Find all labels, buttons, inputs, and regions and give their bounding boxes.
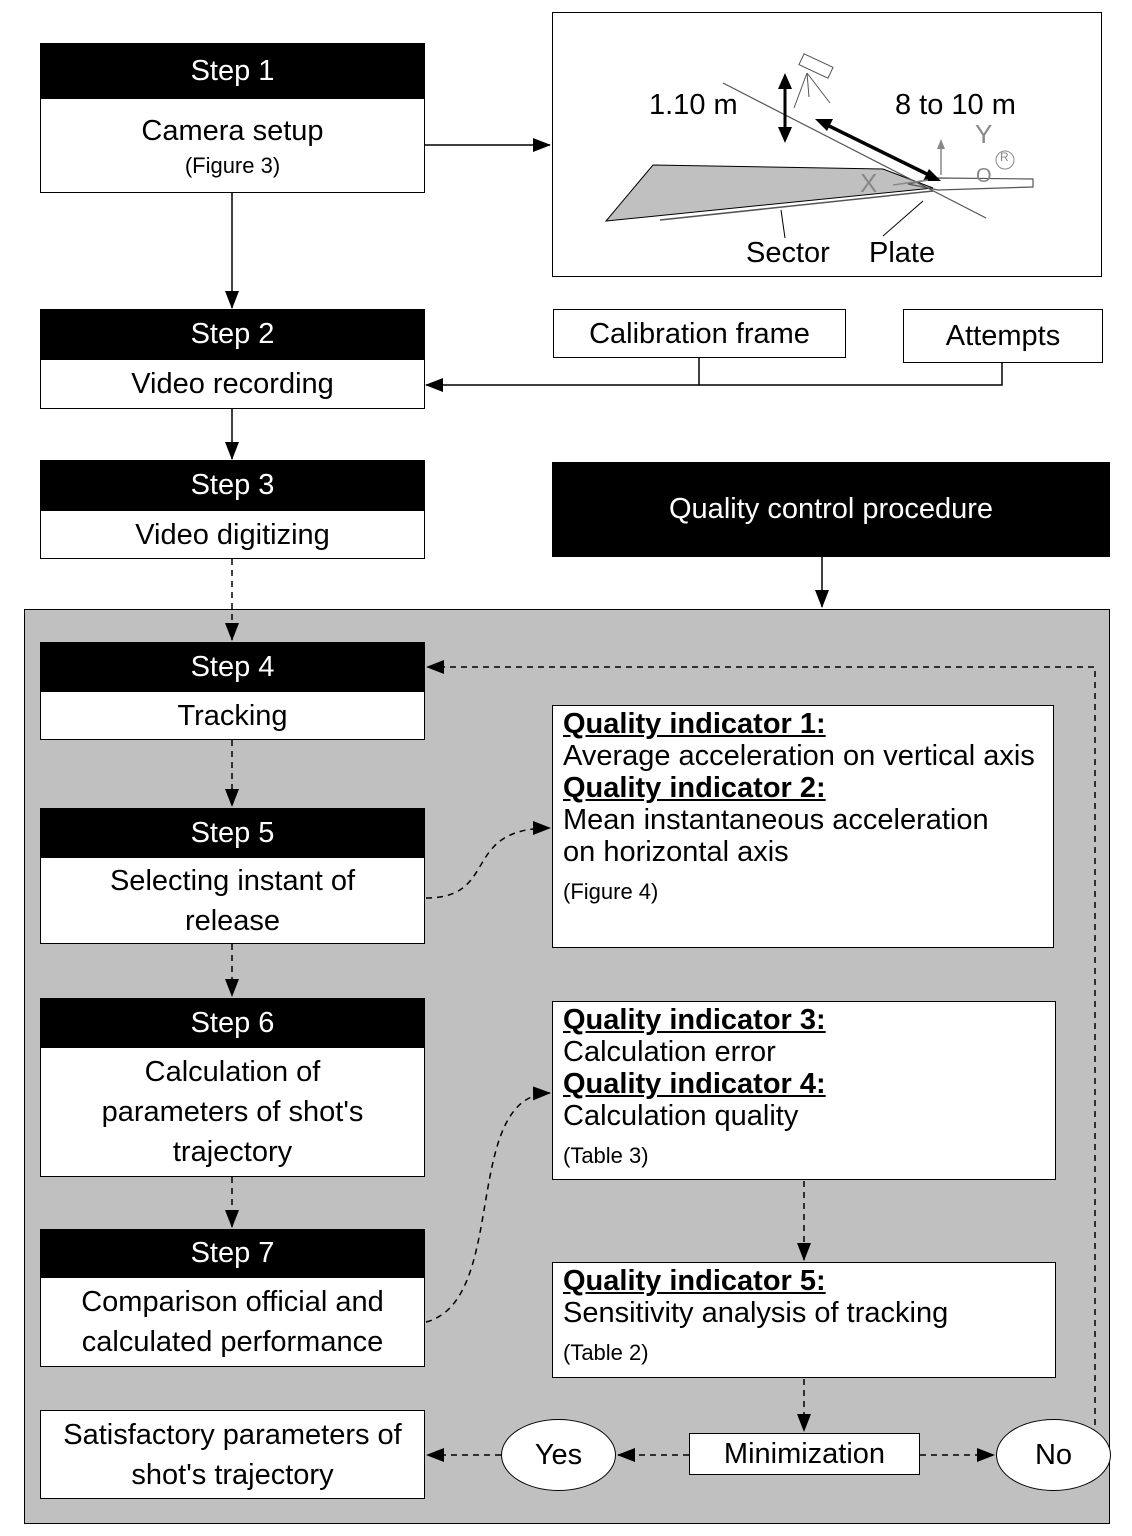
step-6-text: Calculation of parameters of shot's traj… <box>101 1056 364 1168</box>
step-4-header: Step 4 <box>40 642 425 692</box>
flowchart: Step 1 Camera setup (Figure 3) 1.10 m 8 … <box>0 0 1132 1536</box>
step-5-header: Step 5 <box>40 808 425 858</box>
step-1-text: Camera setup <box>141 114 324 147</box>
qi-5-note: (Table 2) <box>563 1340 649 1365</box>
result-box: Satisfactory parameters of shot's trajec… <box>40 1410 425 1499</box>
yes-label: Yes <box>534 1439 583 1471</box>
qi-2-note: (Figure 4) <box>563 879 659 904</box>
minimization-box: Minimization <box>689 1433 920 1475</box>
qi-3-text: Calculation error <box>563 1036 776 1068</box>
y-axis-label: Y <box>975 119 993 149</box>
qi-4-title: Quality indicator 4: <box>563 1068 826 1100</box>
qi-3-title: Quality indicator 3: <box>563 1004 826 1036</box>
quality-indicators-1-2: Quality indicator 1: Average acceleratio… <box>552 705 1054 948</box>
step-7-header: Step 7 <box>40 1229 425 1278</box>
step-4-box: Tracking <box>40 691 425 740</box>
qi-1-text: Average acceleration on vertical axis <box>563 740 1035 772</box>
step-3-box: Video digitizing <box>40 510 425 559</box>
no-node: No <box>996 1419 1111 1491</box>
no-label: No <box>1034 1439 1073 1471</box>
qi-5-title: Quality indicator 5: <box>563 1265 826 1297</box>
step-1-note: (Figure 3) <box>184 152 281 178</box>
calibration-frame-box: Calibration frame <box>553 309 846 358</box>
step-6-header: Step 6 <box>40 998 425 1048</box>
attempts-box: Attempts <box>903 309 1103 363</box>
step-1-header: Step 1 <box>40 43 425 99</box>
step-2-text: Video recording <box>131 368 334 400</box>
step-6-box: Calculation of parameters of shot's traj… <box>40 1047 425 1177</box>
quality-indicators-3-4: Quality indicator 3: Calculation error Q… <box>552 1001 1056 1180</box>
qi-4-note: (Table 3) <box>563 1143 649 1168</box>
step-2-box: Video recording <box>40 359 425 409</box>
plate-label: Plate <box>869 237 936 269</box>
sector-label: Sector <box>746 237 830 269</box>
step-5-text: Selecting instant of release <box>109 864 356 937</box>
quality-indicator-5: Quality indicator 5: Sensitivity analysi… <box>552 1262 1056 1378</box>
step-1-box: Camera setup (Figure 3) <box>40 98 425 193</box>
step-7-text: Comparison official and calculated perfo… <box>81 1286 384 1358</box>
attempts-label: Attempts <box>945 320 1061 352</box>
step-3-header: Step 3 <box>40 460 425 511</box>
yes-node: Yes <box>501 1419 616 1491</box>
step-4-text: Tracking <box>177 699 288 732</box>
origin-label: O <box>976 165 992 187</box>
qi-1-title: Quality indicator 1: <box>563 708 826 740</box>
x-axis-label: X <box>860 168 878 198</box>
result-text: Satisfactory parameters of shot's trajec… <box>63 1418 402 1491</box>
qi-2-text: Mean instantaneous acceleration on horiz… <box>563 804 989 868</box>
step-3-text: Video digitizing <box>135 518 330 551</box>
distance-label: 8 to 10 m <box>895 89 1016 121</box>
step-2-header: Step 2 <box>40 309 425 360</box>
calibration-frame-label: Calibration frame <box>589 317 810 350</box>
qi-2-title: Quality indicator 2: <box>563 772 826 804</box>
qi-4-text: Calculation quality <box>563 1100 799 1132</box>
minimization-label: Minimization <box>723 1438 886 1470</box>
step-7-box: Comparison official and calculated perfo… <box>40 1277 425 1367</box>
r-mark: R <box>1000 150 1009 164</box>
camera-setup-figure: 1.10 m 8 to 10 m Y X O R Sector Plate <box>552 12 1102 277</box>
height-label: 1.10 m <box>649 89 738 121</box>
qi-5-text: Sensitivity analysis of tracking <box>563 1297 949 1329</box>
step-5-box: Selecting instant of release <box>40 857 425 944</box>
quality-control-header: Quality control procedure <box>552 462 1110 557</box>
